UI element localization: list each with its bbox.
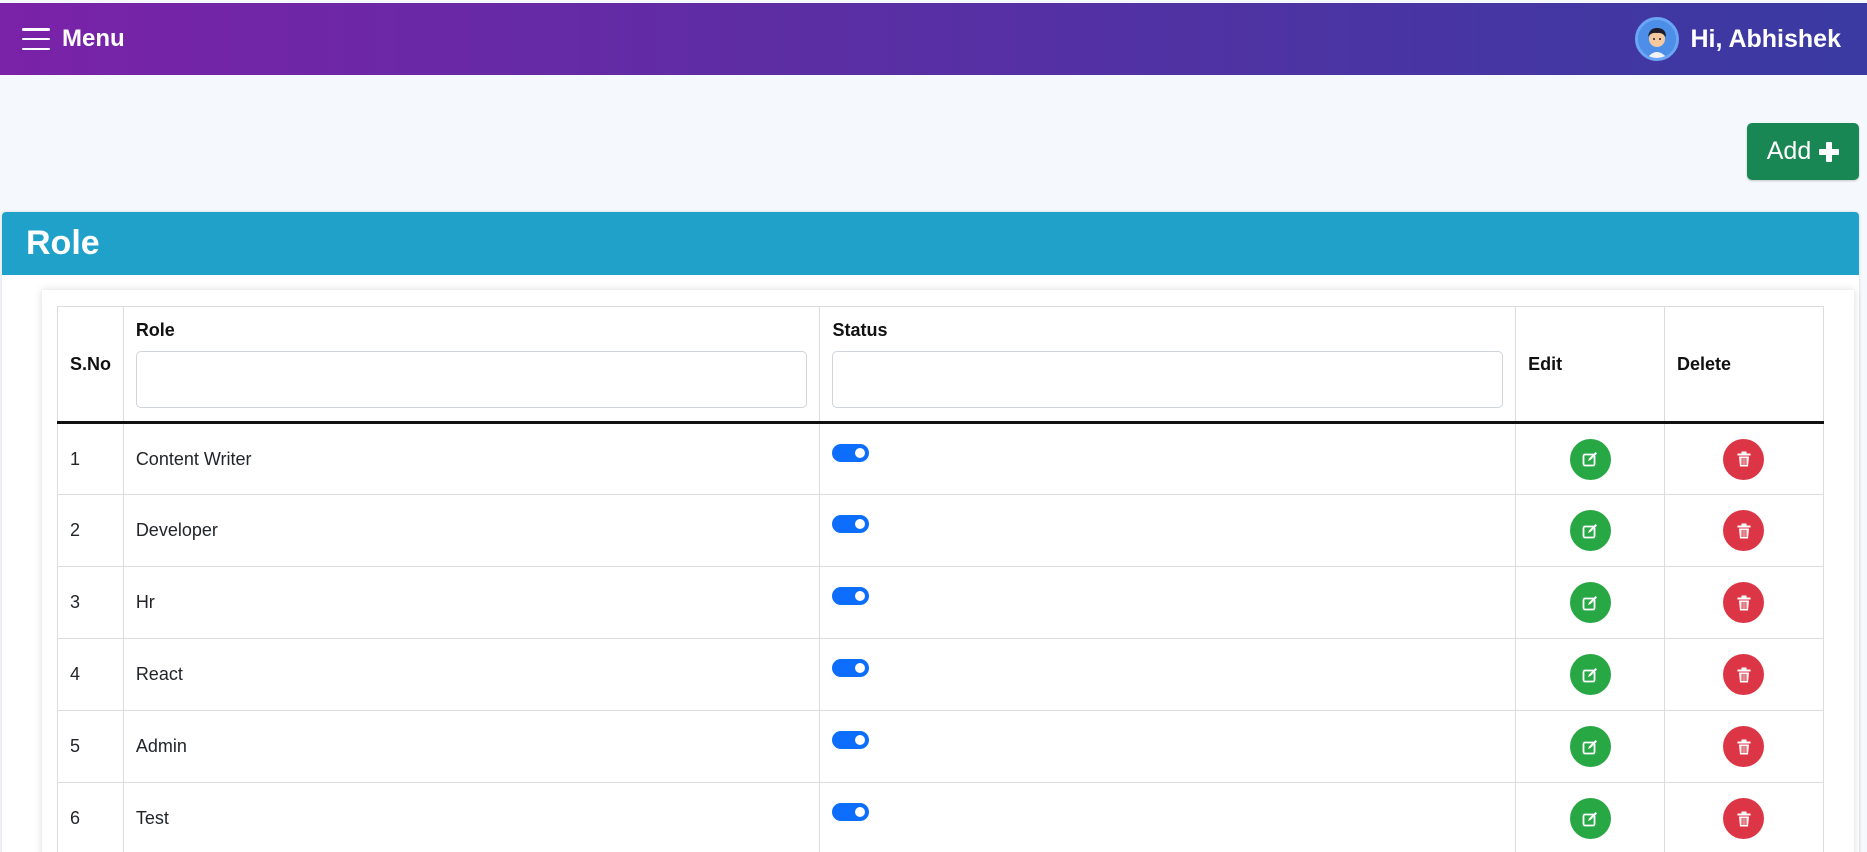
- column-header-delete: Delete: [1663, 306, 1825, 424]
- edit-button[interactable]: [1569, 726, 1611, 767]
- status-toggle[interactable]: [832, 803, 870, 821]
- trash-icon: [1737, 451, 1751, 467]
- delete-button[interactable]: [1723, 654, 1765, 695]
- cell-status: [819, 710, 1517, 783]
- edit-icon: [1582, 452, 1598, 467]
- cell-role: React: [122, 638, 821, 711]
- user-greeting: Hi, Abhishek: [1690, 24, 1842, 53]
- cell-edit: [1515, 422, 1665, 495]
- add-button[interactable]: Add: [1747, 123, 1859, 180]
- cell-role: Test: [122, 782, 821, 852]
- table-row: 5 Admin: [57, 710, 1825, 783]
- edit-button[interactable]: [1569, 654, 1611, 695]
- cell-delete: [1663, 494, 1825, 567]
- cell-delete: [1663, 782, 1825, 852]
- status-header-label: Status: [832, 320, 888, 340]
- add-button-label: Add: [1766, 137, 1812, 165]
- plus-icon: [1819, 141, 1840, 162]
- cell-delete: [1663, 710, 1825, 783]
- trash-icon: [1737, 811, 1751, 826]
- trash-icon: [1737, 739, 1751, 754]
- cell-role: Content Writer: [122, 422, 821, 495]
- cell-sno: 4: [57, 638, 124, 711]
- edit-icon: [1582, 739, 1598, 754]
- cell-edit: [1515, 638, 1665, 711]
- role-header-label: Role: [135, 320, 175, 340]
- hamburger-icon[interactable]: [22, 28, 50, 50]
- table-row: 1 Content Writer: [57, 422, 1825, 495]
- cell-role: Admin: [122, 710, 821, 783]
- delete-button[interactable]: [1723, 510, 1765, 551]
- cell-edit: [1515, 782, 1665, 852]
- column-header-role: Role: [122, 306, 821, 424]
- cell-status: [819, 422, 1517, 495]
- delete-button[interactable]: [1723, 798, 1765, 839]
- cell-delete: [1663, 422, 1825, 495]
- cell-sno: 5: [57, 710, 124, 783]
- role-card: Role S.No Role Status Edit Delete 1 Cont…: [2, 212, 1859, 852]
- cell-status: [819, 566, 1517, 639]
- cell-edit: [1515, 710, 1665, 783]
- page-title: Role: [26, 224, 100, 262]
- edit-icon: [1582, 811, 1598, 826]
- cell-edit: [1515, 494, 1665, 567]
- edit-button[interactable]: [1569, 510, 1611, 551]
- column-header-sno: S.No: [57, 306, 124, 424]
- column-header-status: Status: [819, 306, 1517, 424]
- cell-sno: 3: [57, 566, 124, 639]
- table-header-row: S.No Role Status Edit Delete: [57, 306, 1825, 424]
- roles-table: S.No Role Status Edit Delete 1 Content Wr…: [57, 306, 1825, 852]
- menu-toggle[interactable]: Menu: [22, 25, 125, 53]
- edit-icon: [1582, 667, 1598, 682]
- delete-button[interactable]: [1723, 438, 1765, 480]
- status-toggle[interactable]: [832, 731, 870, 749]
- cell-sno: 2: [57, 494, 124, 567]
- edit-button[interactable]: [1569, 798, 1611, 839]
- cell-delete: [1663, 638, 1825, 711]
- trash-icon: [1737, 667, 1751, 682]
- top-navbar: Menu Hi, Abhishek: [0, 3, 1867, 75]
- delete-button[interactable]: [1723, 726, 1765, 767]
- table-row: 3 Hr: [57, 566, 1825, 639]
- status-toggle[interactable]: [832, 515, 870, 533]
- role-filter-input[interactable]: [135, 351, 808, 408]
- delete-button[interactable]: [1723, 582, 1765, 623]
- edit-icon: [1582, 595, 1598, 610]
- status-toggle[interactable]: [832, 659, 870, 677]
- cell-status: [819, 638, 1517, 711]
- cell-delete: [1663, 566, 1825, 639]
- status-toggle[interactable]: [832, 587, 870, 605]
- table-row: 2 Developer: [57, 494, 1825, 567]
- cell-status: [819, 494, 1517, 567]
- card-header: Role: [2, 212, 1859, 275]
- avatar[interactable]: [1634, 17, 1679, 61]
- trash-icon: [1737, 523, 1751, 538]
- status-toggle[interactable]: [832, 444, 870, 462]
- table-container: S.No Role Status Edit Delete 1 Content Wr…: [42, 290, 1854, 852]
- cell-sno: 1: [57, 422, 124, 495]
- column-header-edit: Edit: [1515, 306, 1665, 424]
- status-filter-input[interactable]: [832, 351, 1504, 408]
- table-row: 6 Test: [57, 782, 1825, 852]
- menu-label[interactable]: Menu: [62, 25, 125, 53]
- cell-sno: 6: [57, 782, 124, 852]
- table-row: 4 React: [57, 638, 1825, 711]
- cell-edit: [1515, 566, 1665, 639]
- edit-icon: [1582, 523, 1598, 538]
- cell-status: [819, 782, 1517, 852]
- edit-button[interactable]: [1569, 582, 1611, 623]
- user-profile[interactable]: Hi, Abhishek: [1634, 17, 1842, 61]
- cell-role: Hr: [122, 566, 821, 639]
- trash-icon: [1737, 595, 1751, 610]
- cell-role: Developer: [122, 494, 821, 567]
- edit-button[interactable]: [1569, 438, 1611, 480]
